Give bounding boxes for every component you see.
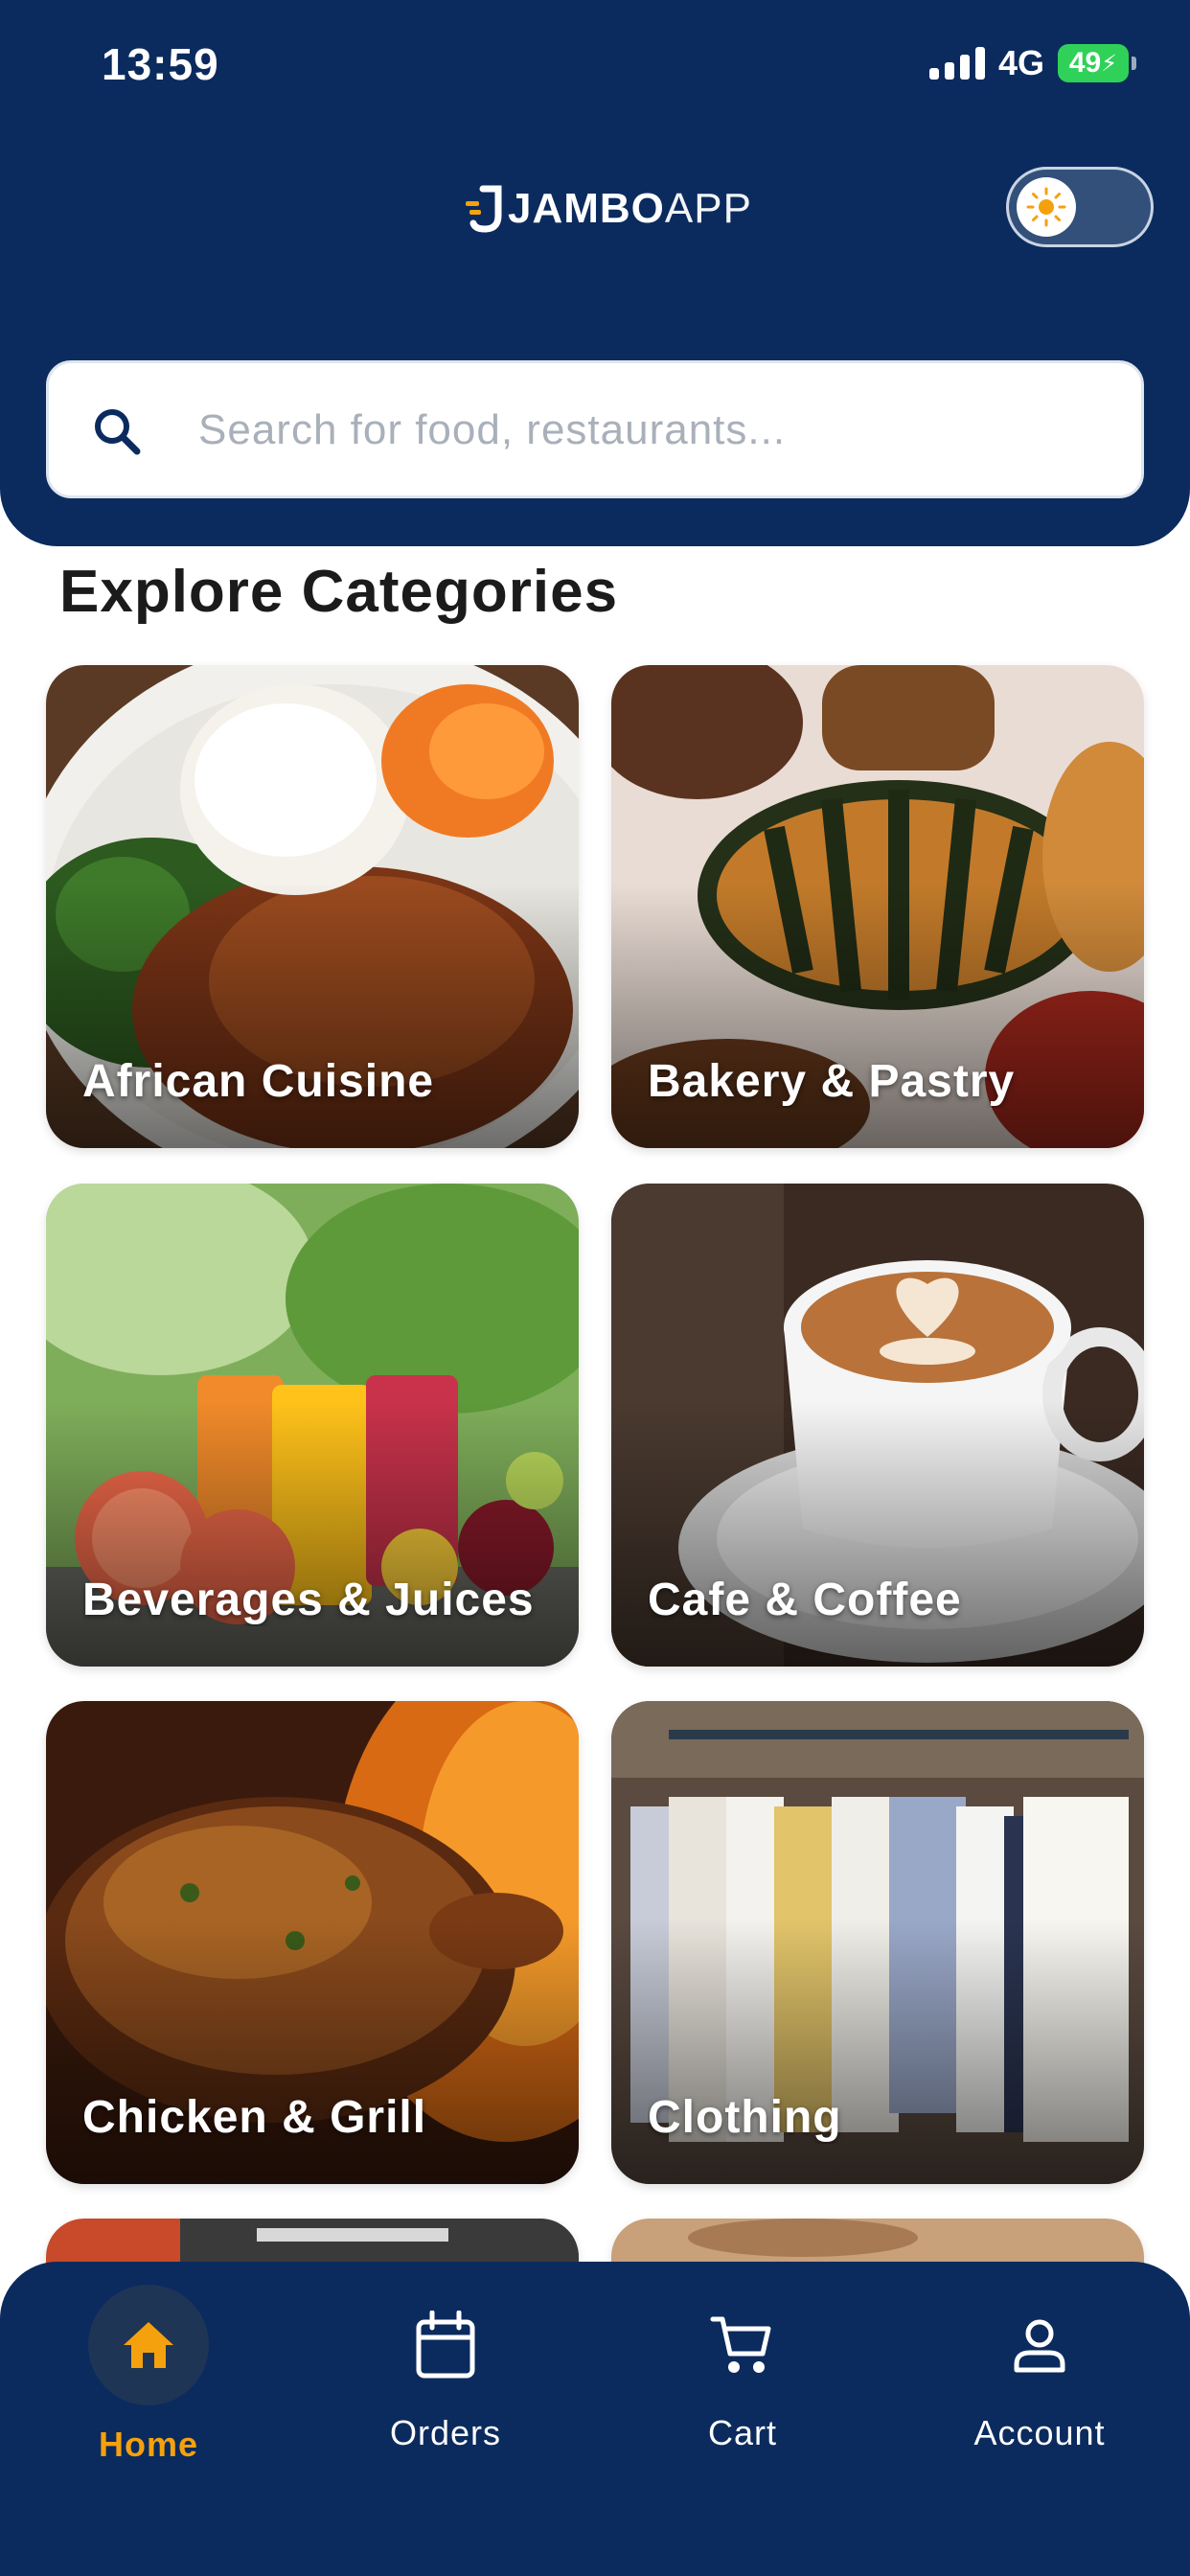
category-card-chicken-grill[interactable]: Chicken & Grill [46,1701,579,2184]
card-shade [46,882,579,1148]
app-header: 13:59 4G 49 ⚡ JAMBO APP [0,0,1190,546]
nav-label: Account [973,2413,1106,2452]
cart-icon [710,2316,771,2373]
card-shade [611,882,1144,1148]
sun-icon [1026,187,1066,227]
search-bar[interactable] [46,360,1144,498]
calendar-icon [416,2311,475,2379]
logo-mark-icon [466,185,502,233]
nav-orders-icon-wrap [385,2285,506,2405]
category-card-cafe-coffee[interactable]: Cafe & Coffee [611,1184,1144,1667]
user-icon [1014,2319,1065,2373]
category-label: Beverages & Juices [82,1575,535,1625]
nav-account[interactable]: Account [891,2262,1188,2482]
signal-icon [928,47,985,80]
card-shade [611,1918,1144,2184]
status-time: 13:59 [102,39,219,89]
nav-home[interactable]: Home [0,2262,297,2482]
category-card-beverages-juices[interactable]: Beverages & Juices [46,1184,579,1667]
theme-knob [1017,177,1076,237]
logo-text-light: APP [664,185,752,232]
category-label: Clothing [648,2092,842,2143]
card-shade [611,1400,1144,1667]
nav-label: Home [98,2425,199,2464]
home-icon [124,2322,173,2368]
bottom-navigation: Home Orders Cart Account [0,2262,1190,2576]
battery-icon: 49 ⚡ [1058,44,1136,82]
battery-level: 49 [1068,47,1102,79]
category-label: Chicken & Grill [82,2092,427,2143]
category-label: Cafe & Coffee [648,1575,962,1625]
nav-label: Cart [707,2413,777,2452]
logo-text-bold: JAMBO [508,185,665,232]
category-card-clothing[interactable]: Clothing [611,1701,1144,2184]
card-shade [46,1918,579,2184]
nav-orders[interactable]: Orders [297,2262,594,2482]
nav-cart-icon-wrap [682,2285,803,2405]
section-title: Explore Categories [59,559,619,625]
nav-label: Orders [389,2413,502,2452]
nav-home-icon-wrap [88,2285,209,2405]
nav-cart[interactable]: Cart [594,2262,891,2482]
theme-toggle[interactable] [1006,167,1154,247]
category-card-african-cuisine[interactable]: African Cuisine [46,665,579,1148]
category-label: Bakery & Pastry [648,1056,1016,1107]
app-logo: JAMBO APP [466,180,752,238]
category-card-bakery-pastry[interactable]: Bakery & Pastry [611,665,1144,1148]
search-input[interactable] [198,382,1118,478]
nav-account-icon-wrap [979,2285,1100,2405]
search-icon [95,409,141,455]
status-indicators: 4G 49 ⚡ [928,42,1136,84]
network-type: 4G [997,43,1044,82]
card-shade [46,1400,579,1667]
category-label: African Cuisine [82,1056,435,1107]
